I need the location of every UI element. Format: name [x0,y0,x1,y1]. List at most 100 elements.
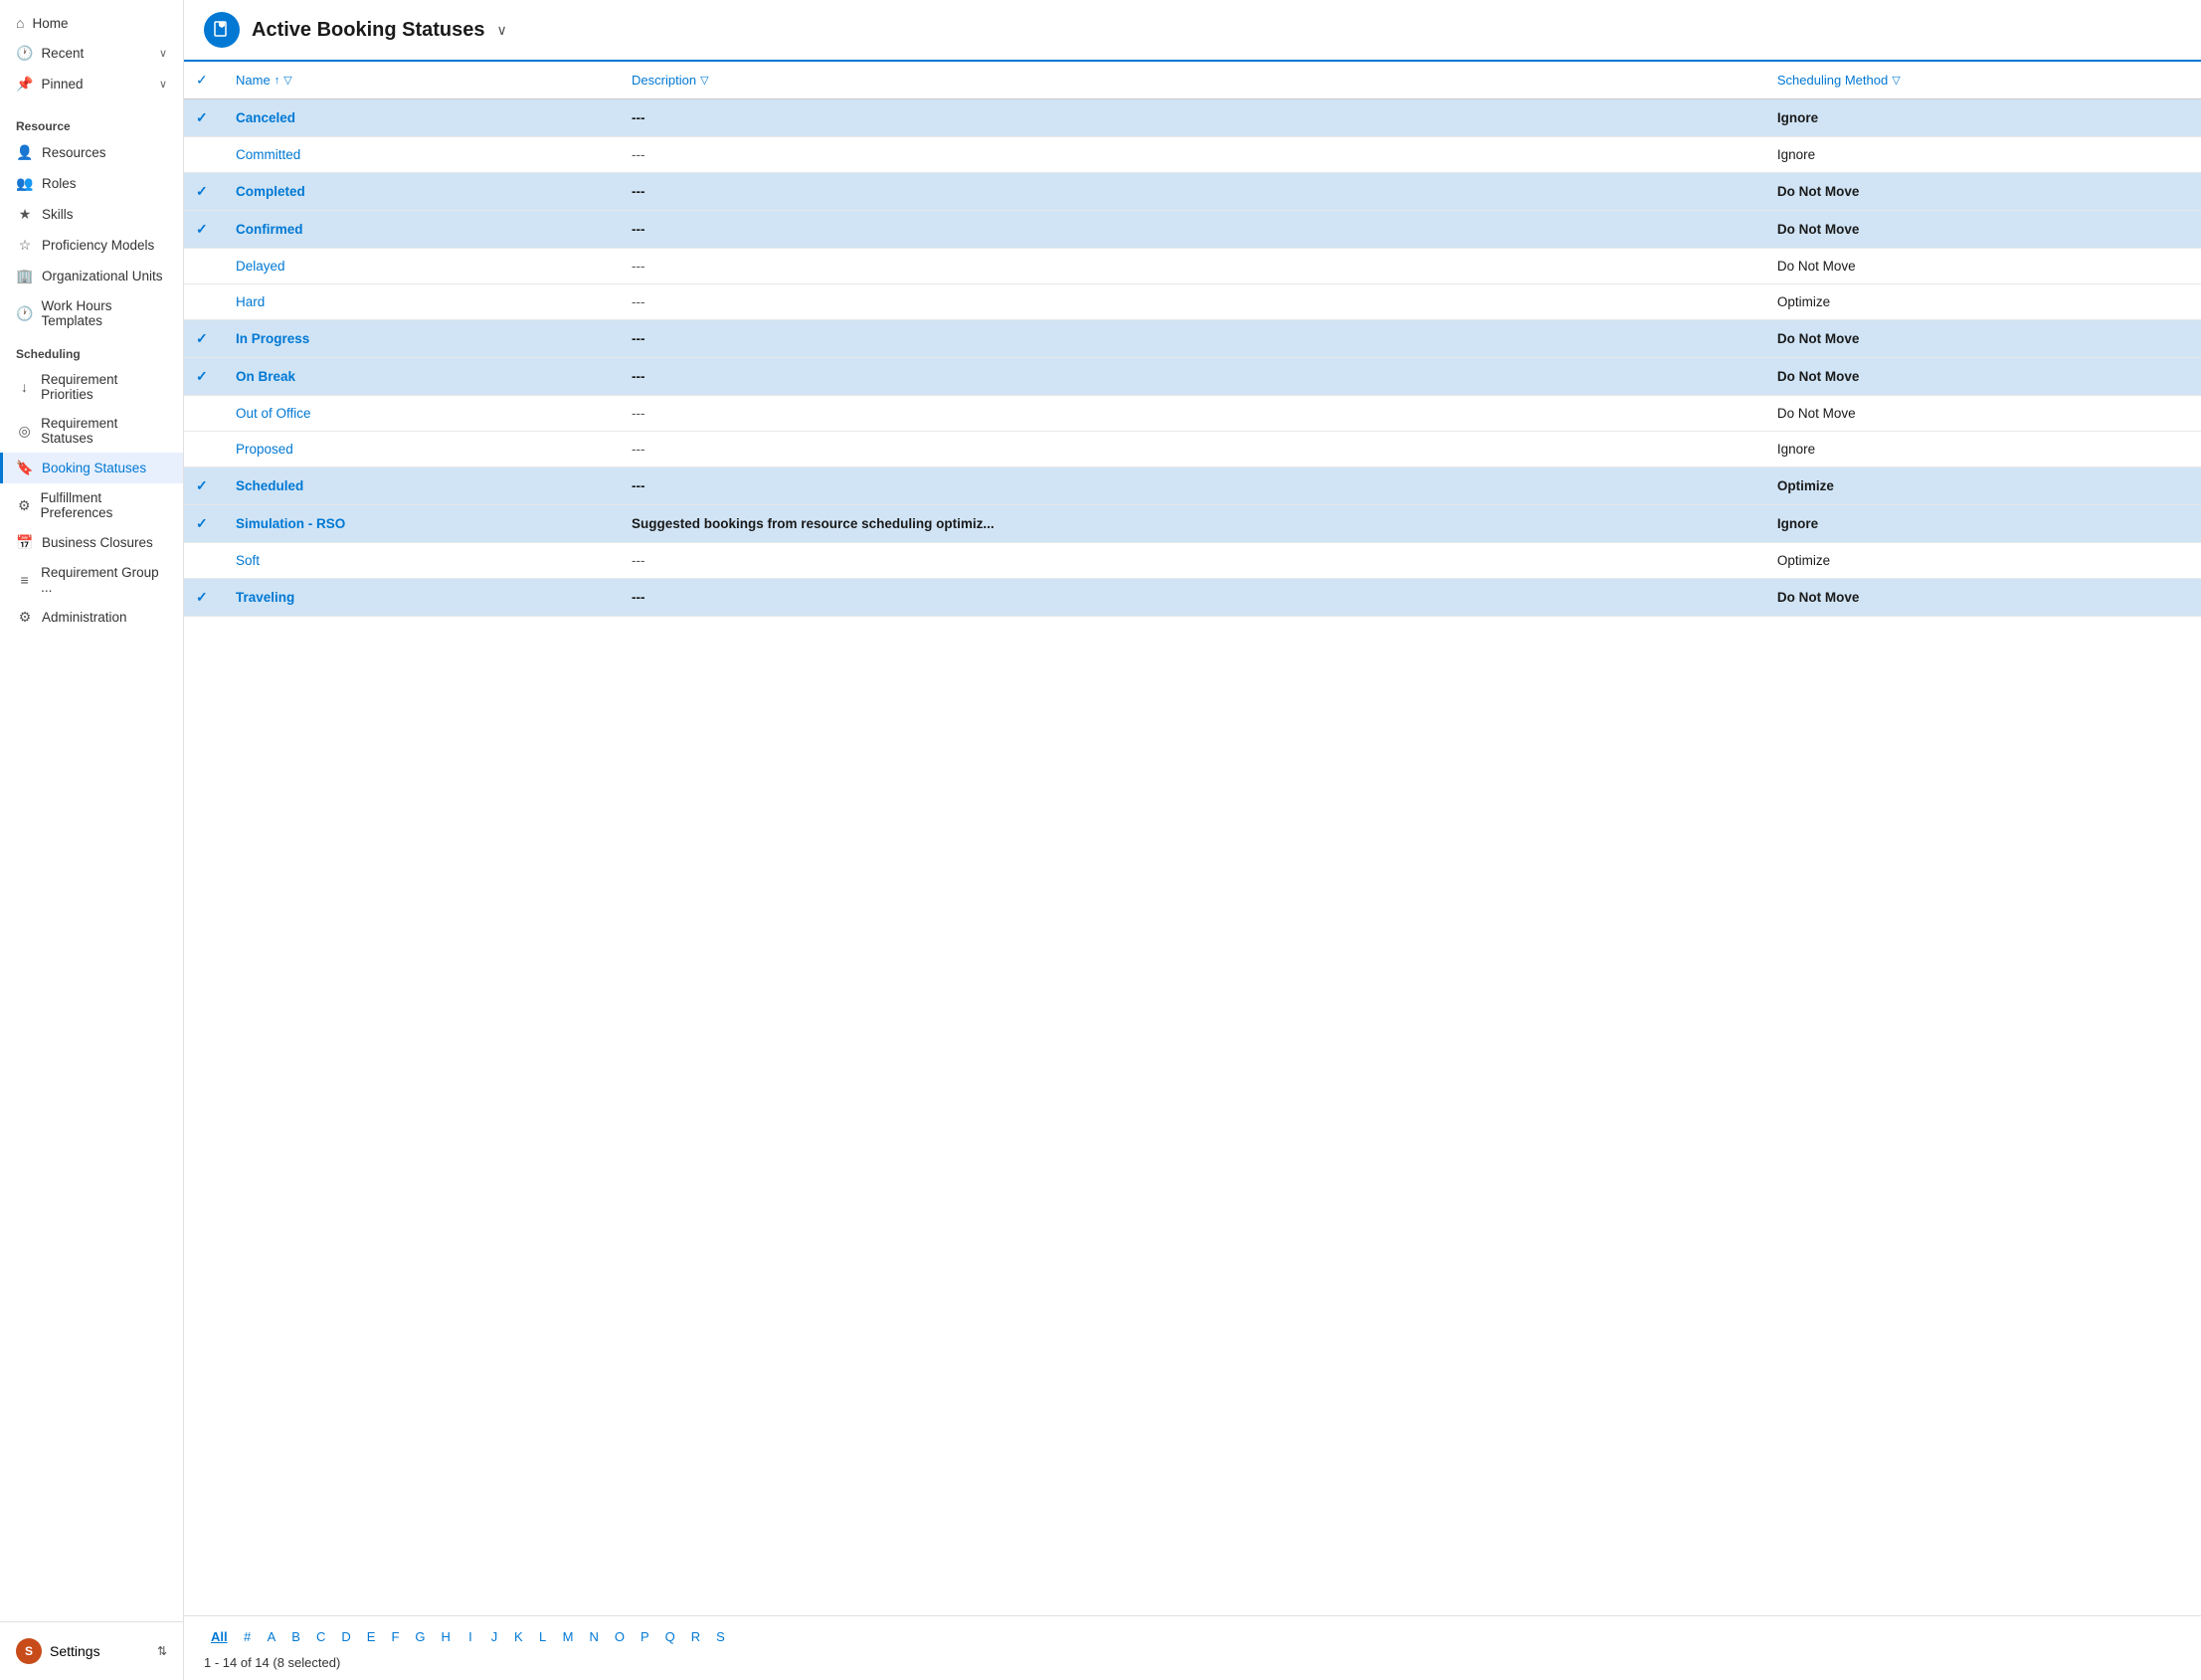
table-row-canceled[interactable]: ✓ Canceled --- Ignore [184,99,2201,137]
row-link-committed[interactable]: Committed [236,147,300,162]
sidebar-item-proficiency-models[interactable]: ☆ Proficiency Models [0,230,183,261]
sidebar-nav-pinned[interactable]: 📌 Pinned ∨ [0,69,183,99]
row-checkbox-in-progress[interactable]: ✓ [184,320,224,358]
row-checkbox-soft[interactable] [184,543,224,579]
page-letter-m[interactable]: M [556,1626,581,1647]
page-letter-r[interactable]: R [684,1626,707,1647]
row-name-committed[interactable]: Committed [224,137,620,173]
table-row-completed[interactable]: ✓ Completed --- Do Not Move [184,173,2201,211]
row-name-out-of-office[interactable]: Out of Office [224,396,620,432]
row-checkbox-proposed[interactable] [184,432,224,467]
row-link-scheduled[interactable]: Scheduled [236,478,303,493]
row-link-soft[interactable]: Soft [236,553,260,568]
page-letter-d[interactable]: D [334,1626,357,1647]
table-row-confirmed[interactable]: ✓ Confirmed --- Do Not Move [184,211,2201,249]
row-name-canceled[interactable]: Canceled [224,99,620,137]
page-letter-l[interactable]: L [532,1626,554,1647]
row-checkbox-completed[interactable]: ✓ [184,173,224,211]
row-checkbox-canceled[interactable]: ✓ [184,99,224,137]
name-filter-icon[interactable]: ▽ [283,74,291,87]
sidebar-item-skills[interactable]: ★ Skills [0,199,183,230]
table-row-simulation-rso[interactable]: ✓ Simulation - RSO Suggested bookings fr… [184,505,2201,543]
sidebar-item-booking-statuses[interactable]: 🔖 Booking Statuses [0,453,183,483]
row-link-out-of-office[interactable]: Out of Office [236,406,311,421]
select-all-header[interactable]: ✓ [184,62,224,99]
row-link-in-progress[interactable]: In Progress [236,331,309,346]
page-letter-i[interactable]: I [459,1626,481,1647]
table-row-hard[interactable]: Hard --- Optimize [184,284,2201,320]
row-name-traveling[interactable]: Traveling [224,579,620,617]
sidebar-item-work-hours-templates[interactable]: 🕐 Work Hours Templates [0,291,183,335]
sidebar-item-fulfillment-preferences[interactable]: ⚙ Fulfillment Preferences [0,483,183,527]
row-name-on-break[interactable]: On Break [224,358,620,396]
row-link-confirmed[interactable]: Confirmed [236,222,303,237]
sidebar-nav-home[interactable]: ⌂ Home [0,8,183,38]
sidebar-item-business-closures[interactable]: 📅 Business Closures [0,527,183,558]
scheduling-method-column-header[interactable]: Scheduling Method ▽ [1765,62,2201,99]
page-letter-all[interactable]: All [204,1626,235,1647]
row-name-proposed[interactable]: Proposed [224,432,620,467]
table-row-in-progress[interactable]: ✓ In Progress --- Do Not Move [184,320,2201,358]
sidebar-item-requirement-priorities[interactable]: ↓ Requirement Priorities [0,365,183,409]
name-sort-icon[interactable]: ↑ [275,75,280,87]
page-letter-p[interactable]: P [634,1626,656,1647]
sidebar-item-administration[interactable]: ⚙ Administration [0,602,183,633]
row-link-delayed[interactable]: Delayed [236,259,285,274]
sidebar-nav-recent[interactable]: 🕐 Recent ∨ [0,38,183,69]
table-row-proposed[interactable]: Proposed --- Ignore [184,432,2201,467]
row-name-hard[interactable]: Hard [224,284,620,320]
row-name-completed[interactable]: Completed [224,173,620,211]
table-row-delayed[interactable]: Delayed --- Do Not Move [184,249,2201,284]
row-checkbox-committed[interactable] [184,137,224,173]
sidebar-item-roles[interactable]: 👥 Roles [0,168,183,199]
sidebar-item-requirement-statuses[interactable]: ◎ Requirement Statuses [0,409,183,453]
row-checkbox-simulation-rso[interactable]: ✓ [184,505,224,543]
settings-item[interactable]: S Settings ⇅ [0,1630,183,1672]
page-letter-b[interactable]: B [284,1626,307,1647]
page-letter-f[interactable]: F [384,1626,406,1647]
row-link-completed[interactable]: Completed [236,184,305,199]
page-letter-c[interactable]: C [309,1626,332,1647]
description-filter-icon[interactable]: ▽ [700,74,708,87]
header-dropdown-chevron[interactable]: ∨ [497,22,507,39]
description-column-header[interactable]: Description ▽ [620,62,1765,99]
page-letter-o[interactable]: O [608,1626,632,1647]
row-link-simulation-rso[interactable]: Simulation - RSO [236,516,345,531]
table-row-soft[interactable]: Soft --- Optimize [184,543,2201,579]
page-letter-h[interactable]: H [435,1626,458,1647]
row-name-delayed[interactable]: Delayed [224,249,620,284]
page-letter-q[interactable]: Q [658,1626,682,1647]
table-row-committed[interactable]: Committed --- Ignore [184,137,2201,173]
scheduling-method-filter-icon[interactable]: ▽ [1892,74,1900,87]
page-letter-j[interactable]: J [483,1626,505,1647]
row-name-scheduled[interactable]: Scheduled [224,467,620,505]
row-name-in-progress[interactable]: In Progress [224,320,620,358]
table-row-traveling[interactable]: ✓ Traveling --- Do Not Move [184,579,2201,617]
row-link-hard[interactable]: Hard [236,294,265,309]
page-letter-n[interactable]: N [582,1626,605,1647]
row-checkbox-traveling[interactable]: ✓ [184,579,224,617]
sidebar-item-organizational-units[interactable]: 🏢 Organizational Units [0,261,183,291]
name-column-header[interactable]: Name ↑ ▽ [224,62,620,99]
row-name-simulation-rso[interactable]: Simulation - RSO [224,505,620,543]
row-checkbox-confirmed[interactable]: ✓ [184,211,224,249]
row-link-canceled[interactable]: Canceled [236,110,295,125]
page-letter-k[interactable]: K [507,1626,530,1647]
row-link-traveling[interactable]: Traveling [236,590,294,605]
sidebar-item-requirement-group[interactable]: ≡ Requirement Group ... [0,558,183,602]
table-row-on-break[interactable]: ✓ On Break --- Do Not Move [184,358,2201,396]
page-letter-g[interactable]: G [408,1626,432,1647]
row-checkbox-scheduled[interactable]: ✓ [184,467,224,505]
page-letter-e[interactable]: E [360,1626,383,1647]
page-letter-a[interactable]: A [261,1626,283,1647]
page-letter-#[interactable]: # [237,1626,259,1647]
row-link-proposed[interactable]: Proposed [236,442,293,457]
row-checkbox-delayed[interactable] [184,249,224,284]
row-checkbox-hard[interactable] [184,284,224,320]
table-row-out-of-office[interactable]: Out of Office --- Do Not Move [184,396,2201,432]
row-link-on-break[interactable]: On Break [236,369,295,384]
page-letter-s[interactable]: S [709,1626,732,1647]
row-checkbox-out-of-office[interactable] [184,396,224,432]
table-row-scheduled[interactable]: ✓ Scheduled --- Optimize [184,467,2201,505]
row-name-soft[interactable]: Soft [224,543,620,579]
